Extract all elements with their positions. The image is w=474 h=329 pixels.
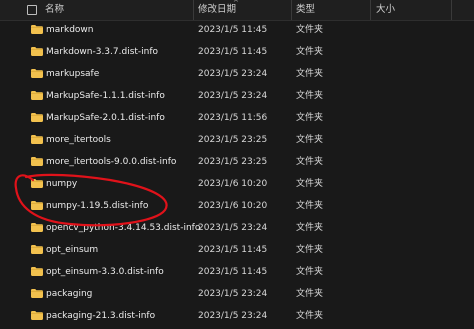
file-row[interactable]: opt_einsum-3.3.0.dist-info 2023/1/5 11:45… — [0, 261, 474, 283]
file-name[interactable]: Markdown-3.3.7.dist-info — [46, 41, 158, 63]
folder-icon — [31, 25, 43, 34]
modified-date: 2023/1/5 11:45 — [198, 267, 268, 277]
file-row[interactable]: Markdown-3.3.7.dist-info 2023/1/5 11:45 文件… — [0, 41, 474, 63]
file-type: 文件夹 — [296, 69, 324, 79]
file-type: 文件夹 — [296, 289, 324, 299]
folder-icon — [31, 91, 43, 100]
file-name[interactable]: more_itertools-9.0.0.dist-info — [46, 151, 176, 173]
file-row[interactable]: MarkupSafe-2.0.1.dist-info 2023/1/5 11:56… — [0, 107, 474, 129]
modified-date: 2023/1/5 11:56 — [198, 113, 268, 123]
modified-date: 2023/1/5 23:24 — [198, 69, 268, 79]
file-row[interactable]: packaging-21.3.dist-info 2023/1/5 23:24 文件… — [0, 305, 474, 327]
folder-icon — [31, 289, 43, 298]
file-type: 文件夹 — [296, 135, 324, 145]
file-name[interactable]: opt_einsum — [46, 239, 98, 261]
size-column-header[interactable]: 大小 — [376, 0, 395, 20]
modified-date: 2023/1/6 10:20 — [198, 179, 268, 189]
file-row[interactable]: markupsafe 2023/1/5 23:24 文件夹 — [0, 63, 474, 85]
file-name[interactable]: numpy-1.19.5.dist-info — [46, 195, 148, 217]
folder-icon — [31, 135, 43, 144]
file-type: 文件夹 — [296, 25, 324, 35]
modified-date: 2023/1/6 10:20 — [198, 201, 268, 211]
file-name[interactable]: markupsafe — [46, 63, 99, 85]
folder-icon — [31, 69, 43, 78]
file-row[interactable]: markdown 2023/1/5 11:45 文件夹 — [0, 19, 474, 41]
modified-date: 2023/1/5 11:45 — [198, 47, 268, 57]
select-all-checkbox-icon[interactable] — [27, 5, 37, 15]
name-column-header[interactable]: 名称 — [45, 0, 64, 20]
file-type: 文件夹 — [296, 223, 324, 233]
file-type: 文件夹 — [296, 245, 324, 255]
date-column-header[interactable]: 修改日期 — [198, 0, 236, 20]
modified-date: 2023/1/5 11:45 — [198, 25, 268, 35]
modified-date: 2023/1/5 23:25 — [198, 157, 268, 167]
file-name[interactable]: opt_einsum-3.3.0.dist-info — [46, 261, 164, 283]
file-name[interactable]: packaging — [46, 283, 92, 305]
file-row[interactable]: numpy-1.19.5.dist-info 2023/1/6 10:20 文件夹 — [0, 195, 474, 217]
file-row[interactable]: numpy 2023/1/6 10:20 文件夹 — [0, 173, 474, 195]
file-type: 文件夹 — [296, 179, 324, 189]
folder-icon — [31, 47, 43, 56]
file-type: 文件夹 — [296, 157, 324, 167]
file-name[interactable]: more_itertools — [46, 129, 111, 151]
file-name[interactable]: MarkupSafe-2.0.1.dist-info — [46, 107, 165, 129]
column-divider[interactable] — [370, 0, 371, 20]
modified-date: 2023/1/5 23:25 — [198, 135, 268, 145]
file-row[interactable]: opt_einsum 2023/1/5 11:45 文件夹 — [0, 239, 474, 261]
file-name[interactable]: MarkupSafe-1.1.1.dist-info — [46, 85, 165, 107]
modified-date: 2023/1/5 11:45 — [198, 245, 268, 255]
file-row[interactable]: packaging 2023/1/5 23:24 文件夹 — [0, 283, 474, 305]
folder-icon — [31, 201, 43, 210]
file-type: 文件夹 — [296, 47, 324, 57]
type-column-header[interactable]: 类型 — [296, 0, 315, 20]
file-name[interactable]: markdown — [46, 19, 93, 41]
modified-date: 2023/1/5 23:24 — [198, 223, 268, 233]
column-header-bar: 名称 ^ 修改日期 类型 大小 — [0, 0, 474, 21]
file-row[interactable]: more_itertools 2023/1/5 23:25 文件夹 — [0, 129, 474, 151]
file-row[interactable]: more_itertools-9.0.0.dist-info 2023/1/5 2… — [0, 151, 474, 173]
file-type: 文件夹 — [296, 91, 324, 101]
file-type: 文件夹 — [296, 113, 324, 123]
file-name[interactable]: opencv_python-3.4.14.53.dist-info — [46, 217, 200, 239]
folder-icon — [31, 179, 43, 188]
file-name[interactable]: numpy — [46, 173, 77, 195]
modified-date: 2023/1/5 23:24 — [198, 91, 268, 101]
file-row[interactable]: MarkupSafe-1.1.1.dist-info 2023/1/5 23:24… — [0, 85, 474, 107]
folder-icon — [31, 223, 43, 232]
folder-icon — [31, 245, 43, 254]
column-divider[interactable] — [451, 0, 452, 20]
folder-icon — [31, 267, 43, 276]
modified-date: 2023/1/5 23:24 — [198, 289, 268, 299]
file-name[interactable]: packaging-21.3.dist-info — [46, 305, 155, 327]
folder-icon — [31, 113, 43, 122]
file-type: 文件夹 — [296, 201, 324, 211]
file-row[interactable]: opencv_python-3.4.14.53.dist-info 2023/1/… — [0, 217, 474, 239]
column-divider[interactable] — [291, 0, 292, 20]
file-type: 文件夹 — [296, 311, 324, 321]
folder-icon — [31, 311, 43, 320]
modified-date: 2023/1/5 23:24 — [198, 311, 268, 321]
column-divider[interactable] — [193, 0, 194, 20]
file-type: 文件夹 — [296, 267, 324, 277]
file-explorer: 名称 ^ 修改日期 类型 大小 markdown 2023/1/5 11:45 文件… — [0, 0, 474, 329]
folder-icon — [31, 157, 43, 166]
